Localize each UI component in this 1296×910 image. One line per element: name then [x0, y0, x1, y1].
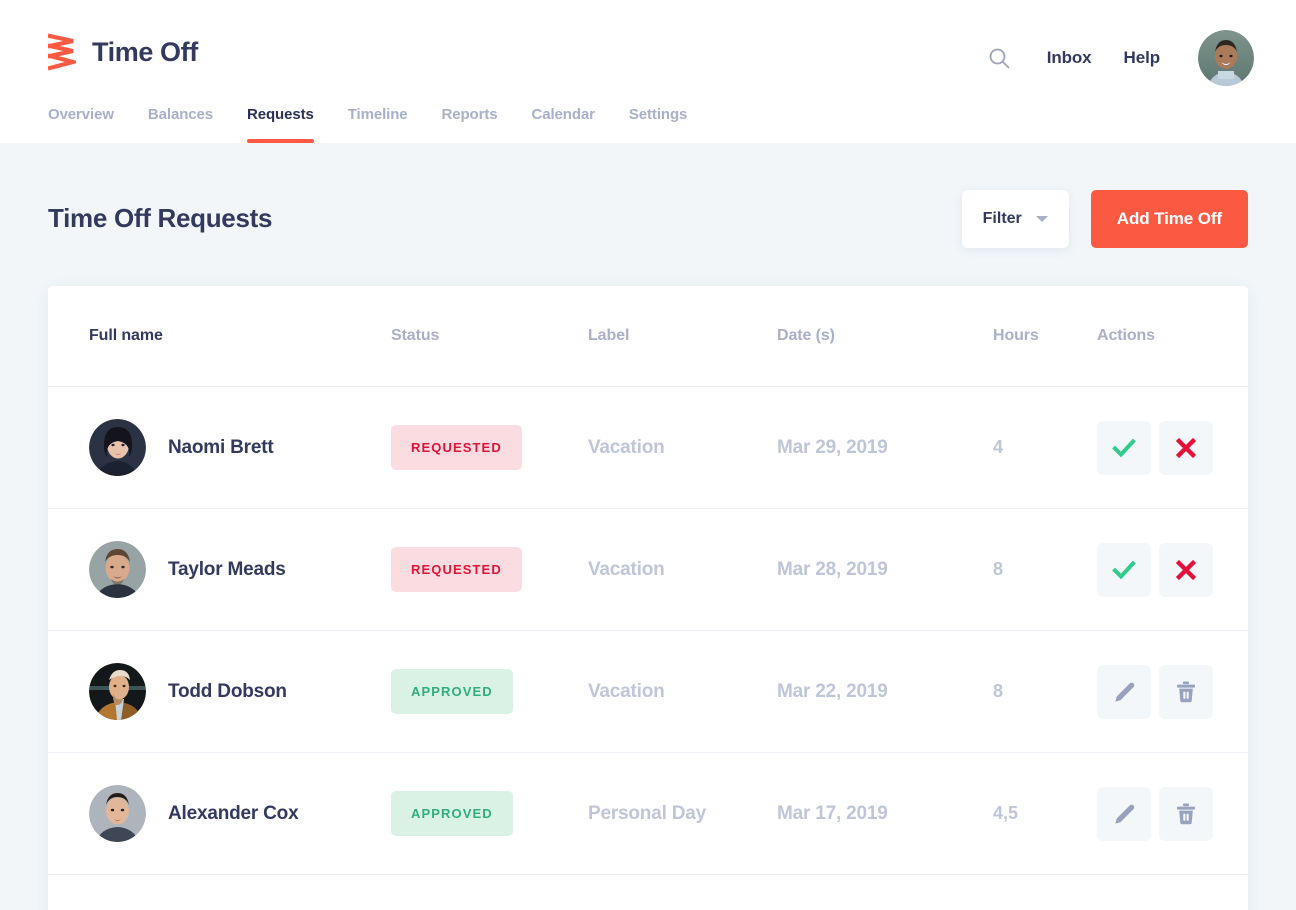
tab-label: Requests — [247, 106, 314, 123]
tab-reports[interactable]: Reports — [425, 106, 515, 143]
primary-tabs: Overview Balances Requests Timeline Repo… — [48, 91, 704, 143]
row-name: Alexander Cox — [168, 803, 298, 825]
tab-label: Overview — [48, 106, 114, 123]
table-row[interactable]: Alexander Cox APPROVED Personal Day Mar … — [48, 753, 1248, 875]
approve-button[interactable] — [1097, 421, 1151, 475]
approve-button[interactable] — [1097, 543, 1151, 597]
search-button[interactable] — [977, 36, 1021, 80]
row-label: Vacation — [588, 681, 777, 703]
brand-logo-link[interactable]: Time Off — [48, 29, 198, 75]
row-hours: 8 — [993, 681, 1097, 702]
status-badge: REQUESTED — [391, 425, 522, 470]
column-header-status: Status — [391, 327, 588, 345]
zigzag-logo-icon — [48, 32, 76, 72]
row-date: Mar 17, 2019 — [777, 803, 993, 825]
page-content: Time Off Requests Filter Add Time Off Fu… — [0, 143, 1296, 910]
page-header: Time Off Requests Filter Add Time Off — [48, 143, 1248, 286]
table-row[interactable]: Taylor Meads REQUESTED Vacation Mar 28, … — [48, 509, 1248, 631]
tab-settings[interactable]: Settings — [612, 106, 704, 143]
row-name: Todd Dobson — [168, 681, 287, 703]
delete-trash-icon — [1174, 680, 1198, 704]
avatar[interactable] — [1198, 30, 1254, 86]
add-time-off-button[interactable]: Add Time Off — [1091, 190, 1248, 248]
approve-check-icon — [1111, 557, 1137, 583]
filter-button-label: Filter — [983, 210, 1022, 228]
column-header-actions: Actions — [1097, 327, 1247, 345]
nav-link-inbox[interactable]: Inbox — [1031, 36, 1108, 80]
tab-label: Calendar — [532, 106, 595, 123]
page-action-group: Filter Add Time Off — [962, 190, 1248, 248]
row-label: Vacation — [588, 437, 777, 459]
tab-overview[interactable]: Overview — [48, 106, 131, 143]
status-badge: REQUESTED — [391, 547, 522, 592]
row-avatar — [89, 663, 146, 720]
row-label: Vacation — [588, 559, 777, 581]
status-badge: APPROVED — [391, 669, 513, 714]
table-row-partial[interactable] — [48, 875, 1248, 910]
row-actions — [1097, 543, 1247, 597]
row-date: Mar 22, 2019 — [777, 681, 993, 703]
page-title: Time Off Requests — [48, 203, 272, 234]
tab-label: Settings — [629, 106, 687, 123]
reject-button[interactable] — [1159, 543, 1213, 597]
tab-balances[interactable]: Balances — [131, 106, 230, 143]
tab-label: Timeline — [348, 106, 408, 123]
brand-title: Time Off — [92, 39, 198, 66]
row-avatar — [89, 785, 146, 842]
column-header-label: Label — [588, 327, 777, 345]
column-header-name: Full name — [48, 327, 391, 345]
delete-button[interactable] — [1159, 665, 1213, 719]
edit-pencil-icon — [1112, 680, 1136, 704]
nav-link-help[interactable]: Help — [1108, 36, 1176, 80]
row-hours: 4,5 — [993, 803, 1097, 824]
edit-pencil-icon — [1112, 802, 1136, 826]
row-avatar — [89, 419, 146, 476]
delete-trash-icon — [1174, 802, 1198, 826]
tab-requests[interactable]: Requests — [230, 106, 331, 143]
row-hours: 8 — [993, 559, 1097, 580]
row-label: Personal Day — [588, 803, 777, 825]
row-actions — [1097, 787, 1247, 841]
column-header-date: Date (s) — [777, 327, 993, 345]
edit-button[interactable] — [1097, 665, 1151, 719]
tab-calendar[interactable]: Calendar — [515, 106, 612, 143]
row-avatar — [89, 541, 146, 598]
row-actions — [1097, 665, 1247, 719]
tab-label: Balances — [148, 106, 213, 123]
reject-x-icon — [1174, 436, 1198, 460]
row-date: Mar 29, 2019 — [777, 437, 993, 459]
reject-button[interactable] — [1159, 421, 1213, 475]
edit-button[interactable] — [1097, 787, 1151, 841]
status-badge: APPROVED — [391, 791, 513, 836]
app-header: Time Off Inbox Help — [0, 0, 1296, 143]
table-row[interactable]: Todd Dobson APPROVED Vacation Mar 22, 20… — [48, 631, 1248, 753]
table-header-row: Full name Status Label Date (s) Hours Ac… — [48, 286, 1248, 387]
table-row[interactable]: Naomi Brett REQUESTED Vacation Mar 29, 2… — [48, 387, 1248, 509]
tab-label: Reports — [442, 106, 498, 123]
requests-table: Full name Status Label Date (s) Hours Ac… — [48, 286, 1248, 910]
row-date: Mar 28, 2019 — [777, 559, 993, 581]
approve-check-icon — [1111, 435, 1137, 461]
row-name: Taylor Meads — [168, 559, 286, 581]
column-header-hours: Hours — [993, 327, 1097, 345]
filter-button[interactable]: Filter — [962, 190, 1069, 248]
row-hours: 4 — [993, 437, 1097, 458]
header-actions: Inbox Help — [977, 30, 1254, 86]
reject-x-icon — [1174, 558, 1198, 582]
chevron-down-icon — [1036, 216, 1048, 222]
tab-timeline[interactable]: Timeline — [331, 106, 425, 143]
row-actions — [1097, 421, 1247, 475]
delete-button[interactable] — [1159, 787, 1213, 841]
search-icon — [988, 47, 1010, 69]
row-name: Naomi Brett — [168, 437, 273, 459]
